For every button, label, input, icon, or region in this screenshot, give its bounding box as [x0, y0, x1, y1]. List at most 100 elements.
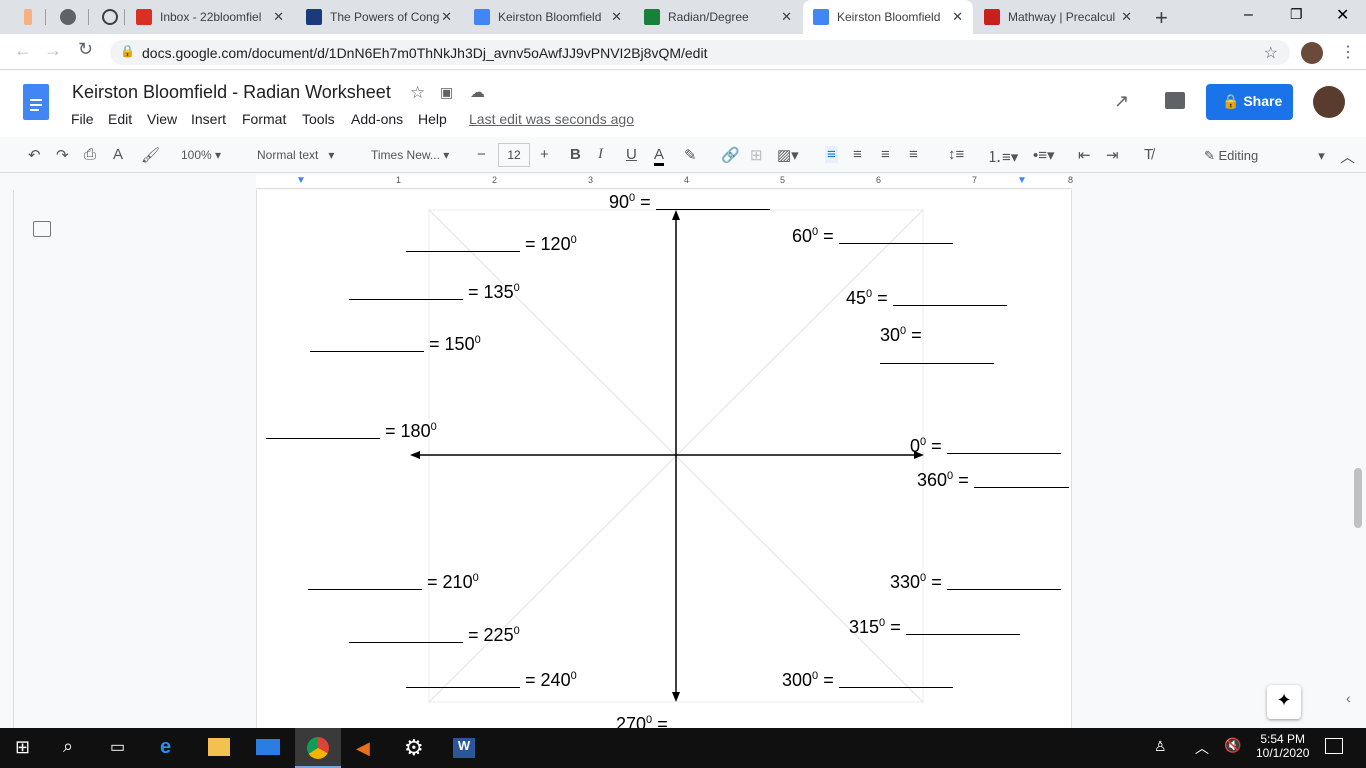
answer-blank[interactable] [310, 336, 424, 352]
line-spacing-icon[interactable]: ↕≡ [948, 146, 964, 163]
close-tab-icon[interactable]: ✕ [952, 9, 963, 25]
show-hidden-icons[interactable]: ︿ [1195, 738, 1209, 758]
tab-classroom[interactable]: Radian/Degree ✕ [634, 0, 802, 34]
close-tab-icon[interactable]: ✕ [781, 9, 792, 25]
underline-button[interactable]: U [626, 146, 637, 163]
profile-avatar[interactable] [1301, 42, 1323, 64]
tab-mathway[interactable]: Mathway | Precalcul ✕ [974, 0, 1142, 34]
answer-blank[interactable] [406, 236, 520, 252]
style-select[interactable]: Normal text ▾ [257, 148, 334, 162]
increase-font-size-button[interactable]: + [540, 146, 549, 163]
close-tab-icon[interactable]: ✕ [441, 9, 452, 25]
new-tab-button[interactable]: + [1155, 5, 1168, 31]
align-center-button[interactable]: ≡ [853, 146, 862, 163]
answer-blank[interactable] [973, 472, 1069, 488]
align-right-button[interactable]: ≡ [881, 146, 890, 163]
activity-trend-icon[interactable]: ↗ [1114, 91, 1129, 112]
close-window-button[interactable]: ✕ [1336, 5, 1349, 25]
explore-button[interactable]: ✦ [1267, 685, 1301, 719]
numbered-list-icon[interactable]: ⒈≡▾ [987, 146, 1018, 167]
align-left-button[interactable]: ≡ [825, 146, 838, 163]
menu-view[interactable]: View [147, 111, 177, 127]
tab-powers[interactable]: The Powers of Cong ✕ [296, 0, 462, 34]
collapse-toolbar-icon[interactable]: ︿ [1340, 146, 1355, 167]
answer-blank[interactable] [892, 290, 1007, 306]
answer-blank[interactable] [349, 627, 463, 643]
bulleted-list-icon[interactable]: •≡▾ [1033, 146, 1055, 164]
close-tab-icon[interactable]: ✕ [273, 9, 284, 25]
menu-addons[interactable]: Add-ons [351, 111, 403, 127]
answer-blank[interactable] [838, 672, 953, 688]
text-color-button[interactable]: A [654, 146, 665, 166]
font-select[interactable]: Times New... ▾ [371, 148, 449, 162]
menu-file[interactable]: File [71, 111, 94, 127]
url-field[interactable]: 🔒 docs.google.com/document/d/1DnN6Eh7m0Th… [110, 40, 1290, 65]
highlight-icon[interactable]: ✎ [684, 146, 697, 164]
document-outline-icon[interactable] [33, 221, 51, 237]
answer-blank[interactable] [655, 194, 770, 210]
answer-blank[interactable] [406, 672, 520, 688]
editing-mode-select[interactable]: ✎ Editing ▾ [1204, 148, 1325, 164]
print-icon[interactable]: ⎙ [84, 146, 96, 163]
right-indent-marker[interactable]: ▼ [1017, 175, 1027, 186]
add-comment-icon[interactable]: ⊞ [750, 146, 763, 164]
menu-help[interactable]: Help [418, 111, 447, 127]
back-button[interactable]: ← [14, 40, 32, 61]
windows-start-icon[interactable]: ⊞ [15, 737, 30, 758]
docs-logo-icon[interactable] [23, 84, 49, 120]
side-panel-toggle[interactable]: ‹ [1346, 690, 1351, 706]
last-edit-link[interactable]: Last edit was seconds ago [469, 111, 634, 127]
close-tab-icon[interactable]: ✕ [611, 9, 622, 25]
cloud-status-icon[interactable]: ☁ [470, 83, 485, 101]
tab-docs-1[interactable]: Keirston Bloomfield ✕ [464, 0, 632, 34]
answer-blank[interactable] [838, 228, 953, 244]
task-view-icon[interactable]: ▭ [110, 737, 125, 757]
answer-blank[interactable] [308, 574, 422, 590]
doc-title[interactable]: Keirston Bloomfield - Radian Worksheet [72, 82, 391, 103]
spellcheck-icon[interactable]: A [113, 146, 123, 163]
file-explorer-icon[interactable] [208, 738, 230, 756]
mail-icon[interactable] [256, 739, 280, 755]
speaker-app-icon[interactable]: ◀ [356, 738, 370, 759]
search-icon[interactable]: ⌕ [63, 736, 73, 757]
tab-gmail[interactable]: Inbox - 22bloomfiel ✕ [126, 0, 294, 34]
decrease-font-size-button[interactable]: − [477, 146, 486, 163]
pinned-tab[interactable] [14, 0, 40, 34]
forward-button[interactable]: → [44, 40, 62, 61]
font-size-input[interactable]: 12 [498, 143, 530, 167]
clear-formatting-icon[interactable]: T̸ [1144, 146, 1153, 163]
chrome-taskbar-button[interactable] [295, 728, 341, 768]
close-tab-icon[interactable]: ✕ [1121, 9, 1132, 25]
undo-icon[interactable]: ↶ [28, 146, 41, 164]
notifications-icon[interactable] [1325, 738, 1343, 754]
insert-image-icon[interactable]: ▨▾ [777, 146, 799, 164]
paint-format-icon[interactable]: 🖌 [141, 146, 160, 164]
answer-blank[interactable] [349, 284, 463, 300]
answer-blank[interactable] [905, 619, 1020, 635]
menu-edit[interactable]: Edit [108, 111, 132, 127]
settings-icon[interactable]: ⚙ [404, 735, 424, 761]
tab-docs-active[interactable]: Keirston Bloomfield ✕ [803, 0, 973, 34]
scrollbar-thumb[interactable] [1354, 468, 1362, 528]
menu-insert[interactable]: Insert [191, 111, 226, 127]
menu-tools[interactable]: Tools [302, 111, 335, 127]
share-button[interactable]: 🔒 Share [1206, 84, 1293, 120]
menu-format[interactable]: Format [242, 111, 286, 127]
people-icon[interactable]: ♙ [1154, 738, 1167, 755]
account-avatar[interactable] [1313, 86, 1345, 118]
volume-muted-icon[interactable]: 🔇 [1224, 737, 1241, 754]
bold-button[interactable]: B [570, 146, 581, 163]
zoom-select[interactable]: 100% ▾ [181, 148, 221, 162]
answer-blank[interactable] [946, 438, 1061, 454]
increase-indent-icon[interactable]: ⇥ [1106, 146, 1119, 164]
redo-icon[interactable]: ↷ [56, 146, 69, 164]
move-folder-icon[interactable]: ▣ [440, 84, 453, 101]
bookmark-star-icon[interactable]: ☆ [1264, 43, 1278, 63]
clock[interactable]: 5:54 PM 10/1/2020 [1256, 732, 1309, 760]
restore-button[interactable]: ❐ [1290, 6, 1303, 23]
edge-icon[interactable]: e [160, 736, 171, 759]
word-icon[interactable]: W [453, 738, 475, 758]
star-icon[interactable]: ☆ [410, 83, 425, 103]
answer-blank[interactable] [946, 574, 1061, 590]
decrease-indent-icon[interactable]: ⇤ [1078, 146, 1091, 164]
